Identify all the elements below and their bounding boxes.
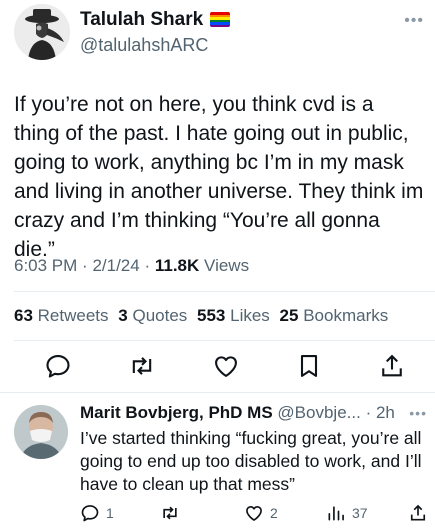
stat-label: Quotes (132, 306, 188, 325)
share-icon[interactable] (378, 352, 406, 380)
stat-count: 63 (14, 306, 33, 325)
more-icon[interactable]: ••• (404, 12, 424, 30)
stat-label: Retweets (37, 306, 109, 325)
like-count: 2 (270, 505, 278, 521)
post-header: Talulah Shark @talulahshARC ••• (14, 4, 424, 62)
divider (14, 340, 435, 341)
stat-count: 3 (118, 306, 128, 325)
tweet-actions (0, 352, 435, 388)
author-name[interactable]: Talulah Shark (80, 9, 231, 31)
views-count: 37 (352, 505, 368, 521)
more-icon[interactable]: ••• (409, 405, 427, 421)
share-icon (410, 504, 426, 521)
rainbow-flag-icon (210, 12, 231, 27)
reply-count: 1 (106, 505, 114, 521)
reply-avatar[interactable] (14, 405, 68, 459)
views-icon (328, 506, 344, 521)
meta-separator: · (144, 256, 151, 275)
stat-quotes[interactable]: 3 Quotes (118, 306, 187, 325)
divider (14, 291, 435, 292)
reply-icon[interactable] (44, 352, 72, 380)
stat-likes[interactable]: 553 Likes (197, 306, 270, 325)
reply-separator: · (365, 403, 372, 422)
views-count: 11.8K (154, 256, 200, 275)
tweet-text: If you’re not on here, you think cvd is … (14, 93, 424, 261)
reply-reply-button[interactable]: 1 (80, 502, 114, 524)
stat-count: 553 (197, 306, 226, 325)
tweet-time[interactable]: 6:03 PM (14, 256, 77, 275)
reply-actions: 1 2 37 (0, 502, 435, 528)
retweet-icon (163, 506, 177, 520)
tweet-stats: 63 Retweets 3 Quotes 553 Likes 25 Bookma… (14, 306, 393, 326)
reply-share-button[interactable] (408, 502, 434, 524)
stat-label: Likes (230, 306, 270, 325)
reply-text: I’ve started thinking “fucking great, yo… (80, 428, 422, 494)
tweet-date[interactable]: 2/1/24 (92, 256, 139, 275)
reply-header: Marit Bovbjerg, PhD MS @Bovbje... · 2h (80, 403, 395, 423)
reply-like-button[interactable]: 2 (244, 502, 278, 524)
stat-count: 25 (279, 306, 299, 325)
reply-post[interactable]: Marit Bovbjerg, PhD MS @Bovbje... · 2h •… (0, 395, 435, 530)
reply-views-button[interactable]: 37 (326, 502, 368, 524)
reply-author-name[interactable]: Marit Bovbjerg, PhD MS (80, 403, 273, 422)
stat-retweets[interactable]: 63 Retweets (14, 306, 109, 325)
retweet-icon[interactable] (128, 352, 156, 380)
reply-author-handle[interactable]: @Bovbje... (277, 403, 360, 422)
views-label: Views (204, 256, 250, 275)
meta-separator: · (82, 256, 88, 275)
tweet-meta: 6:03 PM · 2/1/24 · 11.8K Views (14, 256, 249, 276)
bookmark-icon[interactable] (295, 352, 323, 380)
author-handle[interactable]: @talulahshARC (80, 35, 208, 56)
like-icon (246, 506, 262, 521)
avatar-image (14, 405, 68, 459)
stat-bookmarks[interactable]: 25 Bookmarks (280, 306, 389, 325)
plague-doctor-avatar[interactable] (14, 4, 70, 60)
stat-label: Bookmarks (303, 306, 389, 325)
reply-retweet-button[interactable] (160, 502, 186, 524)
like-icon[interactable] (212, 352, 240, 380)
author-name-text: Talulah Shark (80, 9, 204, 30)
reply-icon (81, 505, 99, 522)
divider (0, 392, 435, 393)
avatar-image (14, 4, 70, 60)
reply-time[interactable]: 2h (376, 403, 395, 422)
